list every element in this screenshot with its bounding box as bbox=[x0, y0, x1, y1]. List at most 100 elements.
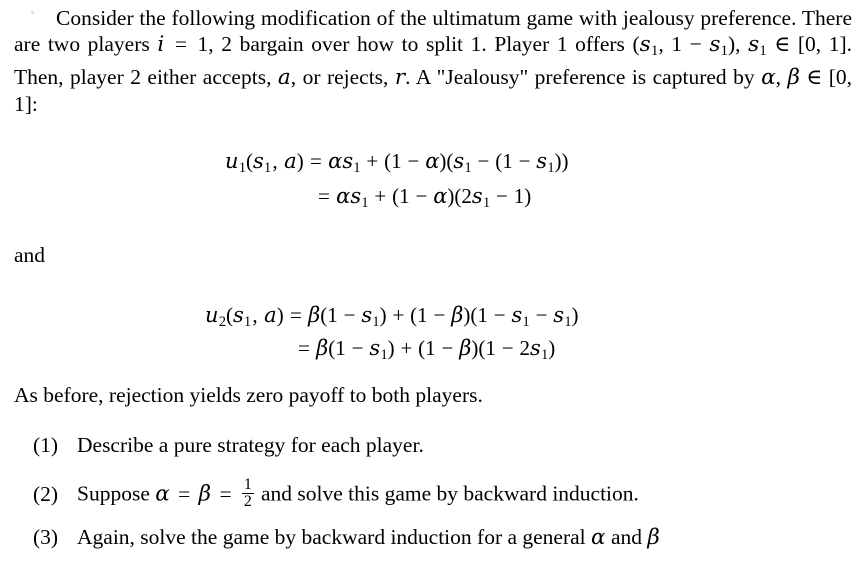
u1-line2-g2-close: ) bbox=[524, 184, 532, 208]
u2-g1-one: 1 bbox=[327, 303, 338, 327]
rejection-note-paragraph: As before, rejection yields zero payoff … bbox=[14, 383, 483, 407]
u2-subscript: 2 bbox=[218, 313, 226, 330]
u2-g3-close: ) bbox=[571, 303, 579, 327]
u1-plus: + bbox=[366, 149, 379, 173]
u2-g2-one: 1 bbox=[417, 303, 428, 327]
subscript-1-c: 1 bbox=[759, 43, 767, 60]
list-item-1-text: Describe a pure strategy for each player… bbox=[77, 433, 424, 457]
equation-u1-line2: = αs1 + (1− α)(2s1−1) bbox=[318, 184, 531, 212]
variable-s-b: s bbox=[709, 32, 721, 57]
list-item-2: (2) Suppose α = β = 12 and solve this gam… bbox=[33, 476, 639, 511]
u2-line2-g3-s: s bbox=[530, 336, 541, 360]
list-item-3-beta: β bbox=[647, 525, 660, 550]
variable-s-a: s bbox=[639, 32, 651, 57]
variable-s-c: s bbox=[748, 32, 760, 57]
value-one-two: 1, 2 bbox=[197, 32, 233, 56]
variable-beta: β bbox=[787, 65, 800, 91]
u1-group1-minus: − bbox=[407, 149, 420, 173]
u1-line2-g2-s: s bbox=[471, 184, 483, 208]
document-page: Consider the following modification of t… bbox=[0, 0, 861, 564]
u2-arg-s: s bbox=[232, 303, 244, 327]
intro-text-part-4: ), bbox=[727, 32, 749, 56]
intro-text-part-2: bargain over how to split 1. Player 1 of… bbox=[232, 32, 640, 56]
u2-line2-equals: = bbox=[298, 336, 310, 360]
u1-function-name: u bbox=[225, 149, 239, 173]
u1-line2-equals: = bbox=[318, 184, 330, 208]
fraction-one-half: 12 bbox=[241, 476, 254, 511]
u2-g1-close: ) bbox=[379, 303, 387, 327]
u2-line2-plus: + bbox=[400, 336, 413, 360]
u2-plus: + bbox=[392, 303, 405, 327]
u1-line2-g1-one: 1 bbox=[399, 184, 410, 208]
u1-group3-minus: − bbox=[518, 149, 531, 173]
intro-text-part-6: , or rejects, bbox=[290, 65, 395, 90]
list-item-2-text-before: Suppose bbox=[77, 481, 156, 506]
u2-g3-s-1: s bbox=[511, 303, 523, 327]
u2-function-name: u bbox=[205, 303, 219, 327]
u1-close-paren: ) bbox=[296, 149, 304, 173]
list-item-2-beta: β bbox=[198, 481, 212, 507]
fraction-denominator: 2 bbox=[241, 493, 254, 511]
u1-open-paren: ( bbox=[245, 149, 253, 173]
u2-g1-s: s bbox=[361, 303, 373, 327]
u2-close-paren: ) bbox=[276, 303, 284, 327]
u2-line2-g1-s: s bbox=[369, 336, 381, 360]
u1-alpha-1: α bbox=[328, 149, 343, 173]
u1-arg-comma: , bbox=[272, 149, 283, 173]
u2-g3-minus-1: − bbox=[493, 303, 506, 327]
list-item-3: (3) Again, solve the game by backward ind… bbox=[33, 524, 660, 551]
u2-g3-minus-2: − bbox=[535, 303, 548, 327]
u2-g2-minus: − bbox=[433, 303, 446, 327]
u2-line2-g1-s-sub: 1 bbox=[380, 346, 388, 363]
u1-group3-one: 1 bbox=[502, 149, 513, 173]
u2-line2-g3-minus: − bbox=[501, 336, 514, 360]
u1-line2-g2-two: 2 bbox=[461, 184, 472, 208]
list-item-3-alpha: α bbox=[591, 525, 606, 550]
u2-g3-one: 1 bbox=[477, 303, 488, 327]
u1-group2-s-sub: 1 bbox=[464, 159, 472, 176]
list-item-3-text-mid: and bbox=[605, 525, 648, 549]
u2-g3-s-2: s bbox=[553, 303, 565, 327]
list-item-1: (1) Describe a pure strategy for each pla… bbox=[33, 432, 424, 458]
u1-line2-g1-alpha: α bbox=[433, 184, 448, 208]
u2-line2-g1-close: ) bbox=[387, 336, 395, 360]
u2-line2-g1-one: 1 bbox=[335, 336, 346, 360]
u2-line2-g2-one: 1 bbox=[425, 336, 436, 360]
u1-subscript: 1 bbox=[238, 159, 246, 176]
u2-line2-g2-beta: β bbox=[459, 336, 472, 360]
u1-group1-alpha: α bbox=[425, 149, 440, 173]
equation-u2-line1: u2(s1, a) = β(1− s1) + (1− β)(1− s1− s1) bbox=[205, 303, 578, 331]
u2-line2-g1-minus: − bbox=[351, 336, 364, 360]
u2-g2-beta: β bbox=[451, 303, 464, 327]
u1-group2-minus: − bbox=[477, 149, 490, 173]
u2-open-paren: ( bbox=[225, 303, 233, 327]
list-item-2-text-after: and solve this game by backward inductio… bbox=[255, 481, 639, 506]
equation-u1-line1: u1(s1, a) = αs1 + (1− α)(s1− (1− s1)) bbox=[225, 149, 568, 177]
list-item-1-marker: (1) bbox=[33, 433, 59, 457]
u2-line2-g2-minus: − bbox=[441, 336, 454, 360]
u1-group1-one: 1 bbox=[391, 149, 402, 173]
u1-arg-s: s bbox=[252, 149, 264, 173]
u1-line2-g2-s-sub: 1 bbox=[482, 194, 491, 211]
u1-line2-plus: + bbox=[374, 184, 387, 208]
u1-s-term-1-sub: 1 bbox=[353, 159, 361, 176]
variable-alpha: α bbox=[761, 65, 776, 91]
list-item-3-marker: (3) bbox=[33, 525, 59, 549]
u1-line2-g2-minus: − bbox=[495, 184, 508, 208]
intro-text-part-7: . A "Jealousy" preference is captured by bbox=[405, 65, 762, 90]
subscript-1-b: 1 bbox=[720, 43, 728, 60]
u2-line2-beta: β bbox=[316, 336, 329, 360]
list-item-2-equals-1: = bbox=[172, 481, 196, 506]
u2-g1-s-sub: 1 bbox=[372, 313, 380, 330]
u2-arg-comma: , bbox=[252, 303, 263, 327]
u2-g1-minus: − bbox=[343, 303, 356, 327]
u1-group3-s: s bbox=[536, 149, 548, 173]
u2-arg-a: a bbox=[264, 303, 277, 327]
variable-a-accept: a bbox=[277, 65, 291, 91]
variable-r-reject: r bbox=[394, 65, 406, 91]
equation-u2-line2: = β(1− s1) + (1− β)(1−2s1) bbox=[298, 336, 555, 364]
intro-text-comma: , bbox=[775, 65, 788, 90]
u1-line2-alpha: α bbox=[336, 184, 351, 208]
u1-s-term-1: s bbox=[342, 149, 354, 173]
u1-arg-a: a bbox=[284, 149, 297, 173]
